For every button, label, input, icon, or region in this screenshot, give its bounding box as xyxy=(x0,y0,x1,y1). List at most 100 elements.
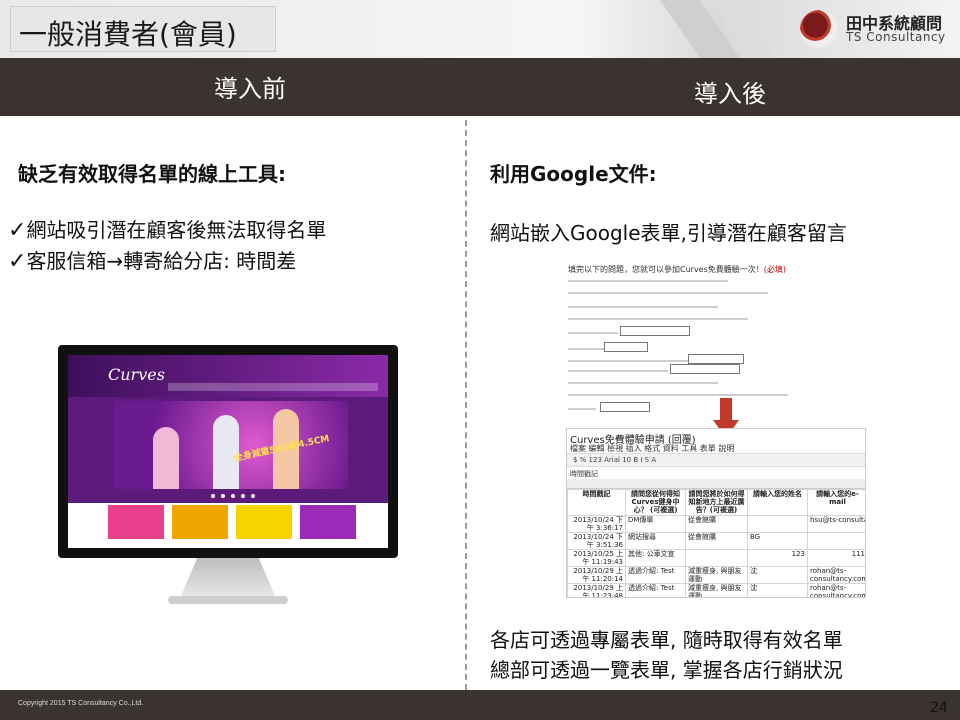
after-label: 導入後 xyxy=(694,80,766,108)
title-box: 一般消費者(會員) xyxy=(10,6,276,52)
table-cell: 沈 xyxy=(747,566,808,584)
right-description: 網站嵌入Google表單,引導潛在顧客留言 xyxy=(490,221,847,245)
website-screenshot: Curves 全身減重5KG和4.5CM xyxy=(68,355,388,548)
table-cell: 2013/10/29 上午 11:23:48 xyxy=(567,583,626,597)
table-cell: 沈 xyxy=(747,583,808,597)
website-card xyxy=(172,505,228,539)
column-divider xyxy=(465,120,467,690)
table-cell: 從會館購 xyxy=(685,532,748,550)
table-cell xyxy=(685,549,748,567)
website-header: Curves xyxy=(68,355,388,397)
table-cell: 透過介紹: Test xyxy=(625,583,686,597)
table-cell: 減重瘦身, 與朋友運動 xyxy=(685,566,748,584)
left-bullet-2: ✓客服信箱→轉寄給分店: 時間差 xyxy=(8,245,296,274)
table-cell: 其他: 公車文宣 xyxy=(625,549,686,567)
company-logo: 田中系統顧問 TS Consultancy xyxy=(800,8,950,50)
sheet-table: 時間戳記 請問您從何得知Curves健身中心？ (可複選) 請問您將於如何得知新… xyxy=(567,489,865,597)
table-cell: 2013/10/24 下午 3:51:36 xyxy=(567,532,626,550)
check-icon: ✓ xyxy=(8,249,27,274)
page-number: 24 xyxy=(930,700,948,716)
google-sheet-screenshot: Curves免費體驗申請 (回覆) 檔案 編輯 檢視 插入 格式 資料 工具 表… xyxy=(566,428,866,598)
table-cell: 透過介紹: Test xyxy=(625,566,686,584)
table-row: 2013/10/29 上午 11:23:48 透過介紹: Test 減重瘦身, … xyxy=(567,583,865,597)
check-icon: ✓ xyxy=(8,218,27,243)
table-row: 2013/10/25 上午 11:19:43 其他: 公車文宣 123 111 xyxy=(567,549,865,567)
table-header: 時間戳記 xyxy=(567,489,626,516)
table-cell: 從會館購 xyxy=(685,515,748,533)
monitor-stand xyxy=(180,558,276,598)
right-summary-1: 各店可透過專屬表單, 隨時取得有效名單 xyxy=(490,628,843,652)
table-cell: 2013/10/25 上午 11:19:43 xyxy=(567,549,626,567)
table-cell xyxy=(747,515,808,533)
table-cell: 減重瘦身, 與朋友運動 xyxy=(685,583,748,597)
form-required-mark: (必填) xyxy=(763,265,787,274)
table-cell: 111 xyxy=(807,549,865,567)
table-cell: rohan@ts-consultancy.com xyxy=(807,583,865,597)
right-heading: 利用Google文件: xyxy=(490,162,657,186)
table-header: 請輸入您的e-mail xyxy=(807,489,865,516)
form-question xyxy=(568,370,668,372)
copyright-text: Copyright 2015 TS Consultancy Co.,Ltd. xyxy=(18,700,144,707)
website-nav xyxy=(168,383,378,391)
form-field[interactable] xyxy=(670,364,740,374)
title-bar: 一般消費者(會員) 田中系統顧問 TS Consultancy xyxy=(0,0,960,58)
table-cell: DM傳單 xyxy=(625,515,686,533)
form-email-field[interactable] xyxy=(688,354,744,364)
footer-bar: Copyright 2015 TS Consultancy Co.,Ltd. xyxy=(0,690,960,720)
sheet-column-header xyxy=(567,479,865,489)
sheet-toolbar: $ % 123 Arial 10 B I S A xyxy=(567,453,865,467)
form-question xyxy=(568,394,788,396)
left-bullet-1: ✓網站吸引潛在顧客後無法取得名單 xyxy=(8,214,326,243)
form-title: 填完以下的問題，您就可以參加Curves免費體驗一次！(必填) xyxy=(568,265,787,274)
left-heading: 缺乏有效取得名單的線上工具: xyxy=(18,162,286,186)
form-store-select[interactable] xyxy=(600,402,650,412)
table-row: 2013/10/24 下午 3:36:17 DM傳單 從會館購 hsu@ts-c… xyxy=(567,515,865,533)
form-question xyxy=(568,292,768,294)
website-banner: 全身減重5KG和4.5CM xyxy=(113,401,348,489)
google-form-screenshot: 填完以下的問題，您就可以參加Curves免費體驗一次！(必填) xyxy=(566,260,866,415)
table-header-row: 時間戳記 請問您從何得知Curves健身中心？ (可複選) 請問您將於如何得知新… xyxy=(567,489,865,516)
table-cell: 2013/10/29 上午 11:20:14 xyxy=(567,566,626,584)
form-question xyxy=(568,348,604,350)
table-cell: BG xyxy=(747,532,808,550)
form-question xyxy=(568,318,748,320)
sheet-toolbar-items: $ % 123 Arial 10 B I S A xyxy=(573,456,657,464)
before-label: 導入前 xyxy=(214,75,286,103)
table-cell: rohan@ts-consultancy.com xyxy=(807,566,865,584)
table-row: 2013/10/24 下午 3:51:36 網站搜尋 從會館購 BG xyxy=(567,532,865,550)
table-cell: 網站搜尋 xyxy=(625,532,686,550)
sheet-formula-bar: 時間戳記 xyxy=(570,470,598,478)
form-question xyxy=(568,382,718,384)
monitor-base xyxy=(168,596,288,604)
table-cell: 123 xyxy=(747,549,808,567)
form-phone-field[interactable] xyxy=(604,342,648,352)
table-cell: 2013/10/24 下午 3:36:17 xyxy=(567,515,626,533)
form-question xyxy=(568,306,718,308)
banner-person xyxy=(153,427,179,489)
table-header: 請問您將於如何得知新地方上最近廣告？(可複選) xyxy=(685,489,748,516)
left-bullet-text: 客服信箱→轉寄給分店: 時間差 xyxy=(26,249,297,273)
website-logo: Curves xyxy=(108,365,165,384)
header-band: 導入前 導入後 xyxy=(0,58,960,116)
form-question xyxy=(568,360,688,362)
left-bullet-text: 網站吸引潛在顧客後無法取得名單 xyxy=(26,218,327,242)
logo-mark-icon xyxy=(800,10,838,48)
form-question xyxy=(568,332,618,334)
monitor-image: Curves 全身減重5KG和4.5CM xyxy=(58,345,398,558)
website-card xyxy=(236,505,292,539)
logo-english-name: TS Consultancy xyxy=(846,30,946,44)
form-question xyxy=(568,280,728,282)
table-header: 請輸入您的姓名 xyxy=(747,489,808,516)
table-header: 請問您從何得知Curves健身中心？ (可複選) xyxy=(625,489,686,516)
form-question xyxy=(568,408,596,410)
carousel-dots xyxy=(211,494,255,498)
page-title: 一般消費者(會員) xyxy=(19,18,237,51)
decorative-swoosh xyxy=(660,0,775,58)
table-row: 2013/10/29 上午 11:20:14 透過介紹: Test 減重瘦身, … xyxy=(567,566,865,584)
form-name-field[interactable] xyxy=(620,326,690,336)
right-summary-2: 總部可透過一覽表單, 掌握各店行銷狀況 xyxy=(490,658,843,682)
website-card xyxy=(108,505,164,539)
website-card xyxy=(300,505,356,539)
table-cell xyxy=(807,532,865,550)
table-cell: hsu@ts-consultancy.com xyxy=(807,515,865,533)
